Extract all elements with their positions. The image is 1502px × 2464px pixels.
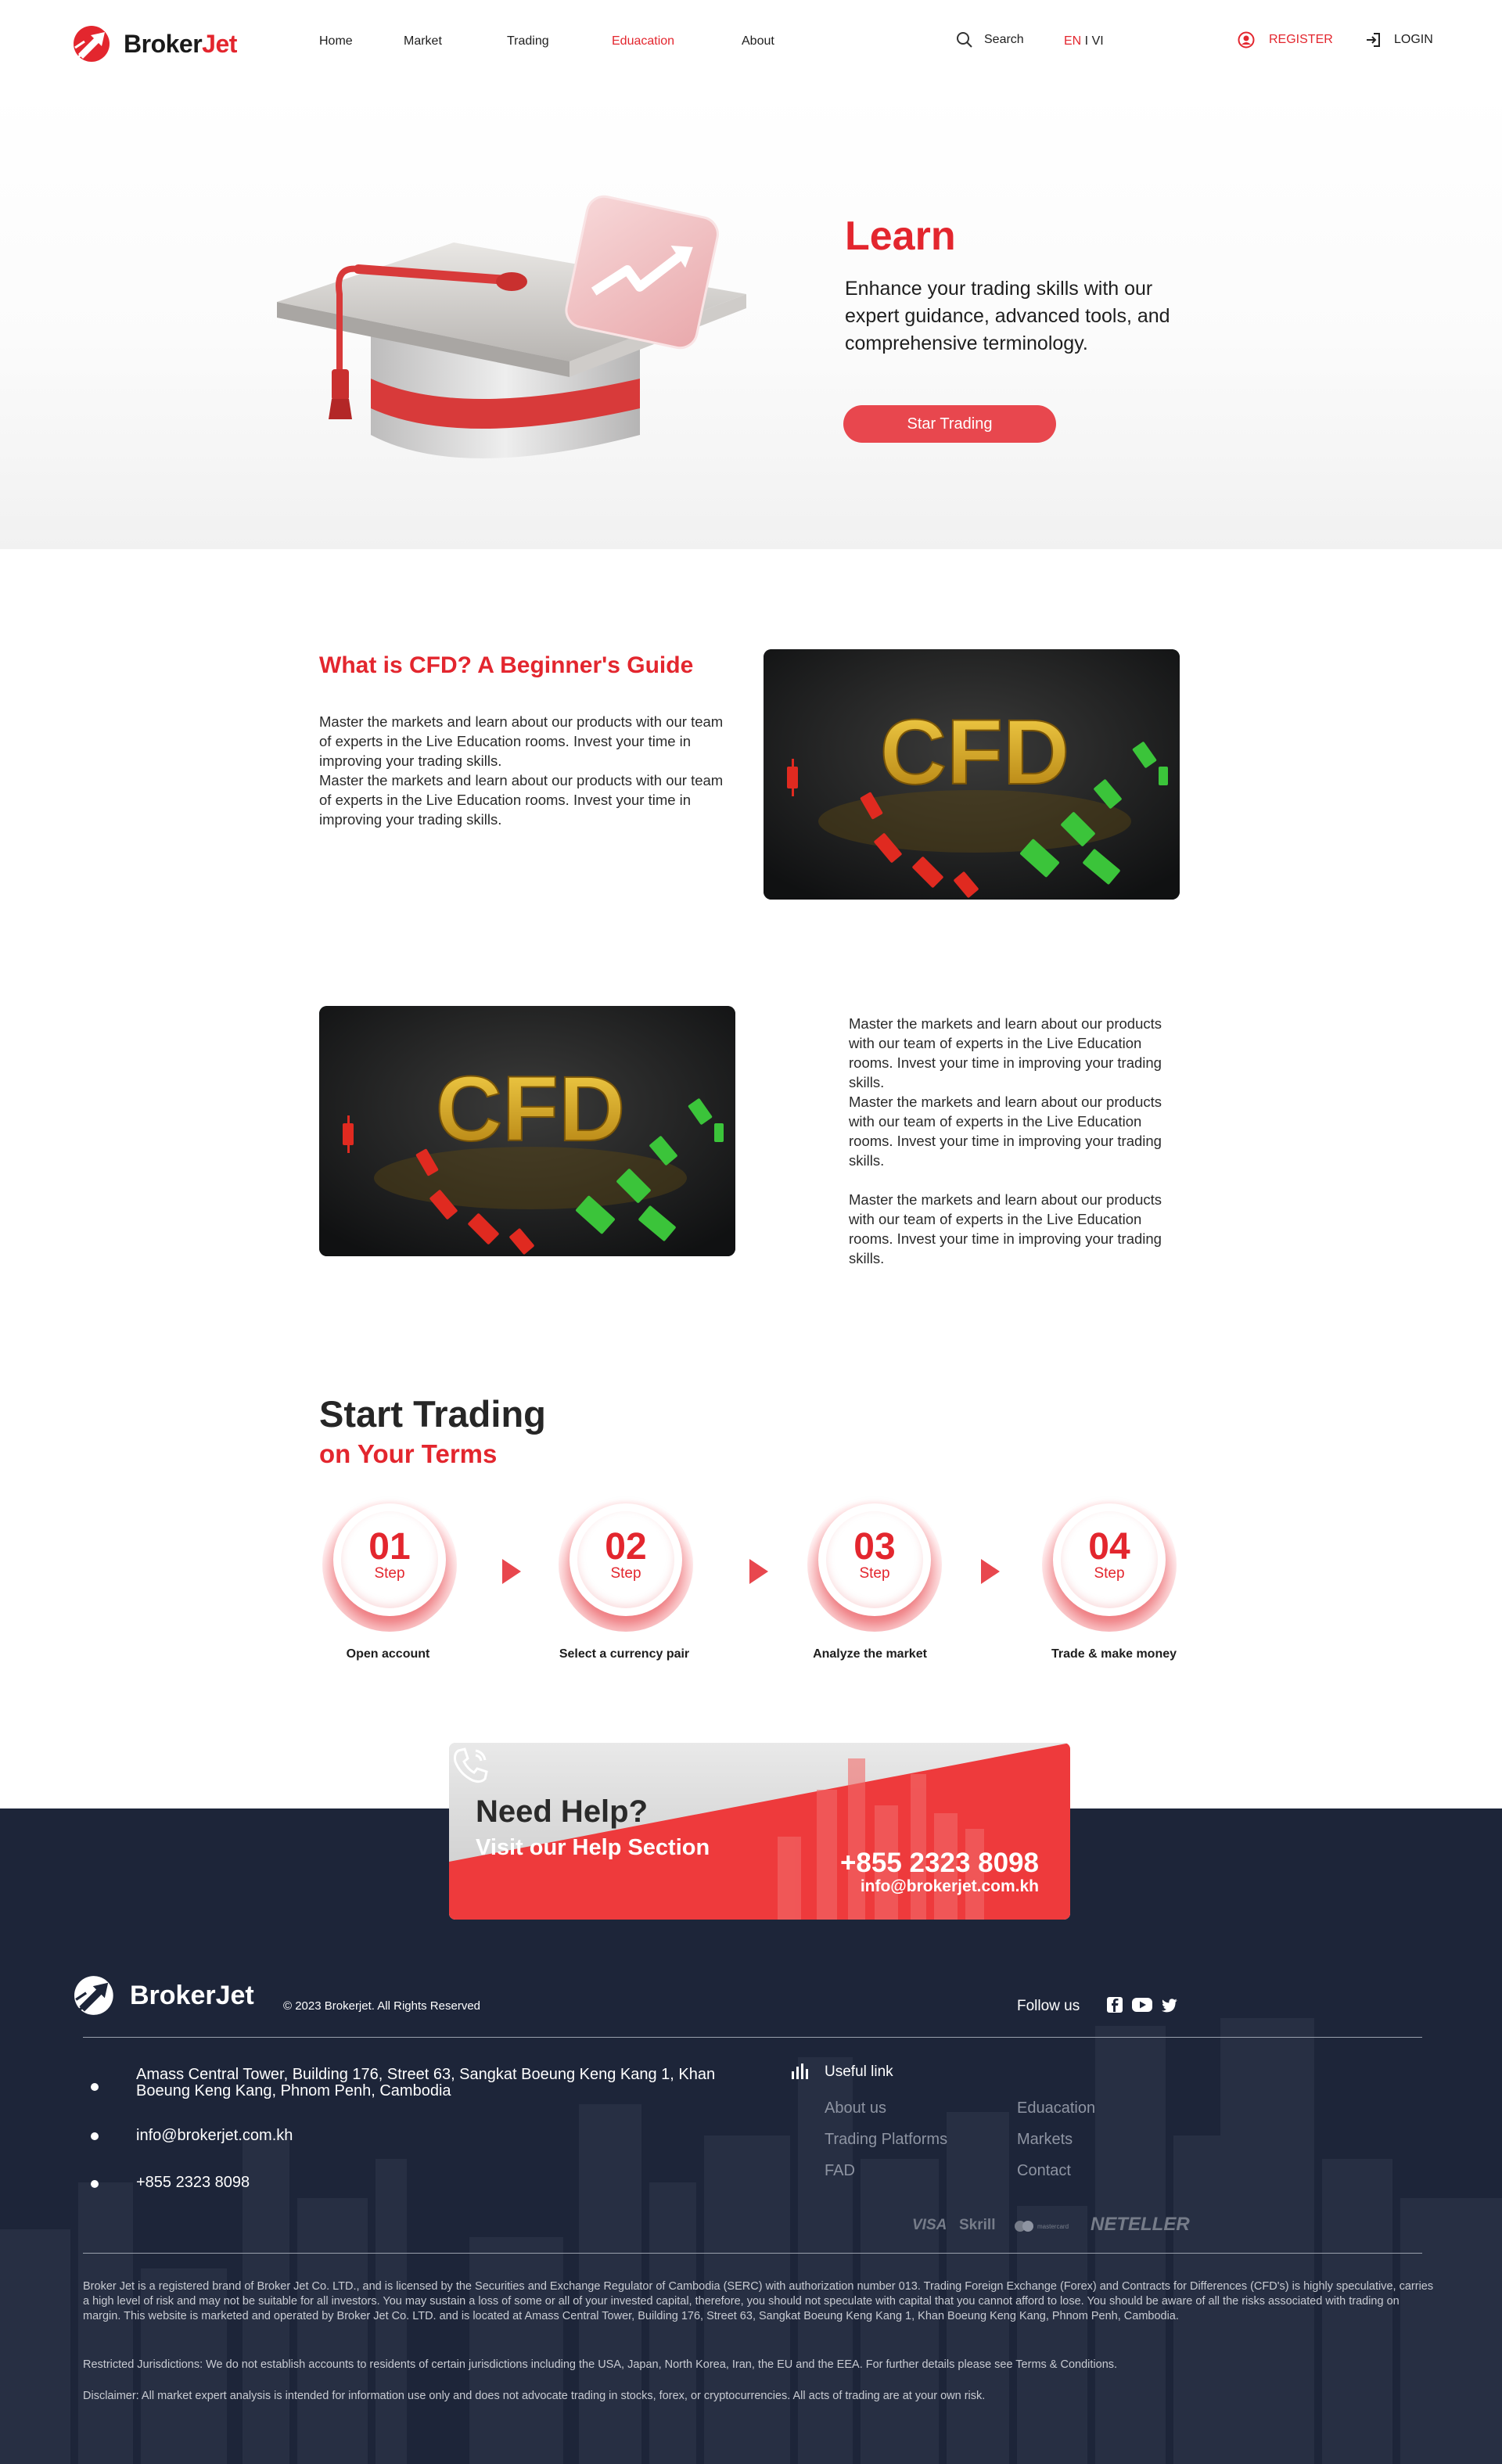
cfd-paragraph: Master the markets and learn about our p… (849, 1191, 1162, 1266)
step-01: 01 Step (322, 1497, 457, 1632)
footer-brand-name: BrokerJet (130, 1980, 254, 2010)
rocket-logo-icon (74, 26, 110, 62)
step-number: 02 (605, 1526, 647, 1568)
cfd-paragraph: Master the markets and learn about our p… (849, 1094, 1162, 1169)
register-label: REGISTER (1269, 33, 1333, 46)
lang-en[interactable]: EN (1064, 34, 1081, 48)
login-arrow-icon (1367, 33, 1380, 47)
help-email[interactable]: info@brokerjet.com.kh (861, 1877, 1039, 1896)
mastercard-logo: mastercard (1014, 2220, 1069, 2232)
skrill-logo: Skrill (959, 2217, 996, 2233)
lang-vi[interactable]: VI (1092, 34, 1104, 48)
footer-link-contact[interactable]: Contact (1017, 2162, 1071, 2180)
lang-separator: I (1081, 34, 1092, 48)
start-trading-title: Start Trading (319, 1393, 546, 1435)
visa-logo: VISA (912, 2217, 947, 2233)
mastercard-circles-icon (1015, 2221, 1033, 2232)
facebook-icon[interactable] (1106, 1996, 1123, 2013)
step-label: Select a currency pair (559, 1647, 690, 1661)
help-phone[interactable]: +855 2323 8098 (840, 1848, 1039, 1879)
youtube-icon[interactable] (1131, 1996, 1153, 2013)
cfd-image-text: CFD (436, 1058, 626, 1161)
restricted-jurisdictions: Restricted Jurisdictions: We do not esta… (83, 2358, 1118, 2371)
footer-email[interactable]: info@brokerjet.com.kh (136, 2128, 293, 2144)
search-icon (957, 32, 972, 48)
brand-name: BrokerJet (124, 29, 237, 58)
user-circle-icon (1238, 31, 1255, 48)
twitter-icon[interactable] (1161, 1996, 1178, 2013)
footer-link-platforms[interactable]: Trading Platforms (825, 2131, 947, 2149)
step-label: Analyze the market (813, 1647, 927, 1661)
start-trading-subtitle: on Your Terms (319, 1439, 498, 1468)
footer-link-about[interactable]: About us (825, 2099, 886, 2117)
search-label: Search (984, 33, 1024, 46)
disclaimer: Disclaimer: All market expert analysis i… (83, 2390, 986, 2402)
footer-link-education[interactable]: Eduacation (1017, 2099, 1095, 2117)
step-label: Open account (346, 1647, 430, 1661)
neteller-logo: NETELLER (1091, 2214, 1190, 2235)
step-number: 04 (1088, 1526, 1130, 1568)
step-word: Step (374, 1565, 405, 1582)
phone-call-icon (454, 1747, 488, 1783)
cfd-image-text: CFD (880, 701, 1070, 804)
footer-address: Amass Central Tower, Building 176, Stree… (136, 2066, 716, 2099)
footer-divider (83, 2037, 1422, 2038)
step-label: Trade & make money (1051, 1647, 1177, 1661)
copyright: © 2023 Brokerjet. All Rights Reserved (283, 1999, 481, 2013)
search-button[interactable]: Search (956, 31, 1024, 48)
rocket-logo-icon (74, 1976, 113, 2015)
graduation-cap-illustration (277, 195, 746, 458)
nav-trading[interactable]: Trading (507, 34, 549, 48)
legal-notice: Broker Jet is a registered brand of Brok… (83, 2280, 1434, 2322)
cfd-paragraph: Master the markets and learn about our p… (849, 1015, 1162, 1090)
step-word: Step (610, 1565, 641, 1582)
nav-home[interactable]: Home (319, 34, 353, 48)
step-03: 03 Step (807, 1497, 942, 1632)
register-button[interactable]: REGISTER (1238, 31, 1333, 48)
cfd-illustration: CFD (764, 649, 1180, 900)
bars-icon (792, 2064, 808, 2079)
phone-bullet (91, 2180, 99, 2188)
footer-link-fad[interactable]: FAD (825, 2162, 855, 2180)
language-switcher: EN I VI (1064, 34, 1104, 48)
cfd-illustration-secondary: CFD (319, 1006, 735, 1256)
email-bullet (91, 2132, 99, 2140)
hero-title: Learn (845, 214, 956, 259)
cfd-paragraph: Master the markets and learn about our p… (319, 713, 724, 769)
step-04: 04 Step (1042, 1497, 1177, 1632)
nav-market[interactable]: Market (404, 34, 442, 48)
step-arrow-icon (502, 1559, 521, 1584)
step-word: Step (1094, 1565, 1125, 1582)
hero-subtitle: Enhance your trading skills with our exp… (845, 278, 1170, 354)
step-02: 02 Step (559, 1497, 693, 1632)
login-button[interactable]: LOGIN (1364, 31, 1433, 48)
step-word: Step (859, 1565, 890, 1582)
footer-logo[interactable]: BrokerJet (70, 1974, 254, 2017)
step-number: 03 (853, 1526, 896, 1568)
help-card[interactable]: Need Help? Visit our Help Section +855 2… (449, 1743, 1070, 1920)
brand-logo[interactable]: BrokerJet (70, 16, 237, 72)
cfd-image: CFD (764, 649, 1180, 900)
step-arrow-icon (749, 1559, 768, 1584)
cfd-secondary-text: Master the markets and learn about our p… (849, 1014, 1182, 1268)
nav-about[interactable]: About (742, 34, 774, 48)
step-number: 01 (368, 1526, 411, 1568)
help-title: Need Help? (476, 1794, 649, 1829)
help-section-link[interactable]: Visit our Help Section (476, 1835, 710, 1861)
cfd-image-secondary: CFD (319, 1006, 735, 1256)
cfd-guide-title: What is CFD? A Beginner's Guide (319, 652, 694, 678)
footer-phone[interactable]: +855 2323 8098 (136, 2175, 250, 2191)
nav-education[interactable]: Eduacation (612, 34, 674, 48)
mastercard-text: mastercard (1037, 2222, 1069, 2230)
cfd-guide-text: Master the markets and learn about our p… (319, 712, 726, 829)
step-arrow-icon (981, 1559, 1000, 1584)
footer-link-markets[interactable]: Markets (1017, 2131, 1073, 2149)
follow-label: Follow us (1017, 1998, 1080, 2014)
address-bullet (91, 2083, 99, 2091)
start-trading-button[interactable]: Star Trading (843, 405, 1056, 443)
login-label: LOGIN (1394, 33, 1433, 46)
footer-divider (83, 2253, 1422, 2254)
useful-links-title: Useful link (825, 2064, 893, 2080)
cfd-paragraph: Master the markets and learn about our p… (319, 772, 724, 828)
